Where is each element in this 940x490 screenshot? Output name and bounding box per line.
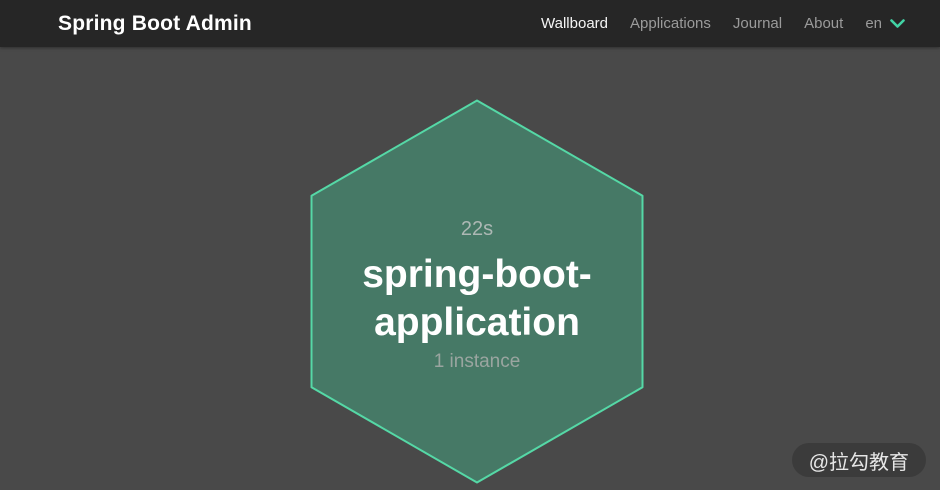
- language-selected-label: en: [865, 15, 882, 32]
- hexagon-content: 22s spring-boot-application 1 instance: [310, 99, 644, 484]
- nav-item-wallboard[interactable]: Wallboard: [530, 15, 619, 32]
- language-selector[interactable]: en: [854, 15, 905, 32]
- brand-title: Spring Boot Admin: [58, 12, 252, 36]
- application-hexagon[interactable]: 22s spring-boot-application 1 instance: [310, 99, 644, 484]
- header: Spring Boot Admin Wallboard Applications…: [0, 0, 940, 47]
- application-name: spring-boot-application: [327, 251, 627, 346]
- nav-item-about[interactable]: About: [793, 15, 854, 32]
- chevron-down-icon: [890, 19, 905, 29]
- main-nav: Wallboard Applications Journal About en: [530, 15, 905, 32]
- application-uptime: 22s: [461, 218, 493, 241]
- watermark-badge: @拉勾教育: [792, 443, 926, 477]
- nav-item-applications[interactable]: Applications: [619, 15, 722, 32]
- nav-item-journal[interactable]: Journal: [722, 15, 793, 32]
- application-instance-count: 1 instance: [434, 351, 521, 373]
- wallboard-view: 22s spring-boot-application 1 instance @…: [0, 47, 940, 490]
